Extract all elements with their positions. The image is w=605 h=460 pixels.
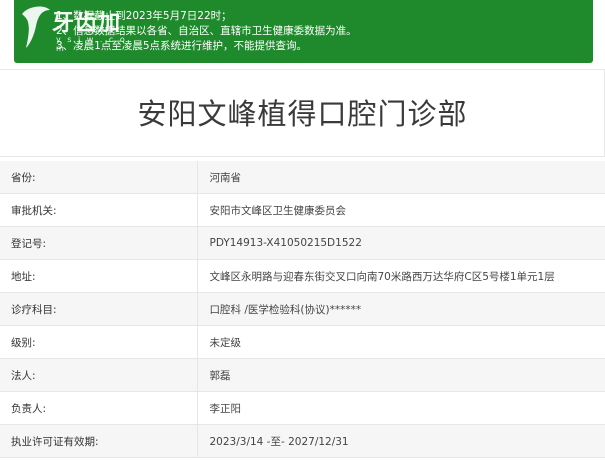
- table-row: 诊疗科目: 口腔科 /医学检验科(协议)******: [0, 292, 605, 326]
- row-label: 地址:: [0, 259, 198, 293]
- tooth-logo-icon: [22, 6, 50, 49]
- table-row: 地址: 文峰区永明路与迎春东街交叉口向南70米路西万达华府C区5号楼1单元1层: [0, 259, 605, 293]
- row-value: 安阳市文峰区卫生健康委员会: [197, 193, 605, 227]
- clinic-info-table: 省份: 河南省 审批机关: 安阳市文峰区卫生健康委员会 登记号: PDY1491…: [0, 161, 605, 458]
- row-label: 诊疗科目:: [0, 292, 198, 326]
- table-row: 审批机关: 安阳市文峰区卫生健康委员会: [0, 193, 605, 227]
- table-row: 法人: 郭磊: [0, 358, 605, 392]
- table-row: 级别: 未定级: [0, 325, 605, 359]
- row-label: 审批机关:: [0, 193, 198, 227]
- row-label: 省份:: [0, 161, 198, 194]
- row-label: 负责人:: [0, 391, 198, 425]
- row-value: 未定级: [197, 325, 605, 359]
- row-value: 2023/3/14 -至- 2027/12/31: [197, 424, 605, 458]
- watermark-logo: 牙齿加 y s j w . c o m: [18, 2, 138, 53]
- row-value: 文峰区永明路与迎春东街交叉口向南70米路西万达华府C区5号楼1单元1层: [197, 259, 605, 293]
- table-row: 省份: 河南省: [0, 161, 605, 194]
- row-label: 法人:: [0, 358, 198, 392]
- row-label: 执业许可证有效期:: [0, 424, 198, 458]
- row-value: PDY14913-X41050215D1522: [197, 226, 605, 260]
- table-row: 执业许可证有效期: 2023/3/14 -至- 2027/12/31: [0, 424, 605, 458]
- row-label: 登记号:: [0, 226, 198, 260]
- row-value: 口腔科 /医学检验科(协议)******: [197, 292, 605, 326]
- row-value: 李正阳: [197, 391, 605, 425]
- page-title: 安阳文峰植得口腔门诊部: [137, 97, 468, 131]
- table-row: 负责人: 李正阳: [0, 391, 605, 425]
- row-value: 河南省: [197, 161, 605, 194]
- row-value: 郭磊: [197, 358, 605, 392]
- table-row: 登记号: PDY14913-X41050215D1522: [0, 226, 605, 260]
- watermark-domain: y s j w . c o m: [56, 35, 127, 53]
- row-label: 级别:: [0, 325, 198, 359]
- watermark-wordmark: 牙齿加: [52, 10, 122, 36]
